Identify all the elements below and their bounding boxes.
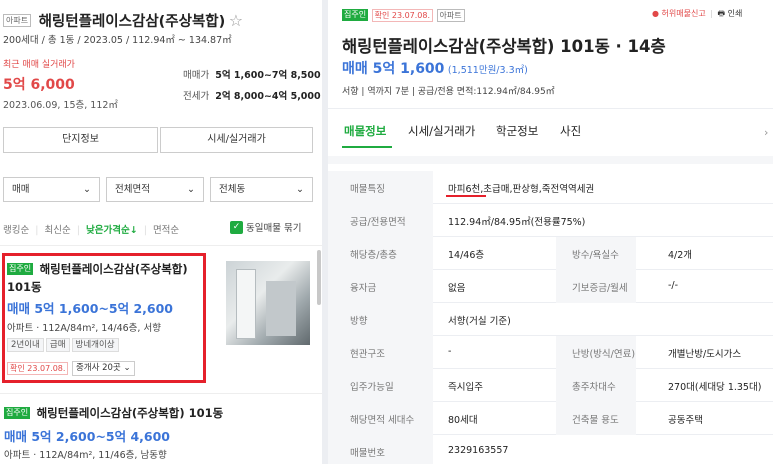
detail-meta: 서향 | 역까지 7분 | 공급/전용 면적:112.94㎡/84.95㎡ (342, 87, 555, 97)
report-button[interactable]: 허위매물신고 (662, 9, 706, 18)
section-gap (328, 156, 773, 164)
sale-range: 매매가 5억 1,600~7억 8,500 (183, 70, 321, 81)
checkbox-checked-icon[interactable]: ✓ (230, 220, 243, 234)
complex-info-button[interactable]: 단지정보 (3, 127, 158, 153)
listing-spec: 아파트 · 112A/84m², 11/46층, 남동향 (4, 450, 167, 461)
print-icon: 🖶 (717, 9, 726, 18)
sort-bar: 랭킹순 | 최신순 | 낮은가격순↓ | 면적순 (3, 225, 180, 236)
chevron-down-icon: ⌄ (296, 184, 304, 195)
tab-photos[interactable]: 사진 (560, 123, 581, 139)
recent-trade-label: 최근 매매 실거래가 (3, 60, 75, 70)
complex-panel: 아파트 해링턴플레이스감삼(주상복합) ☆ 200세대 / 총 1동 / 202… (0, 0, 322, 464)
row-area: 공급/전용면적 112.94㎡/84.95㎡(전용률75%) (328, 204, 773, 237)
listing-spec: 아파트 · 112A/84m², 14/46층, 서향 (7, 323, 161, 334)
price-history-button[interactable]: 시세/실거래가 (160, 127, 313, 153)
complex-name: 해링턴플레이스감삼(주상복합) (38, 14, 226, 30)
dong-select[interactable]: 전체동 ⌄ (210, 177, 313, 202)
scrollbar[interactable] (317, 250, 321, 305)
divider (0, 245, 322, 246)
tag: 방네개이상 (71, 338, 119, 352)
recent-trade-price: 5억 6,000 (3, 77, 75, 93)
row-listing-number: 매물번호 2329163557 (328, 435, 773, 464)
row-move-in: 입주가능일 즉시입주 총주차대수 270대(세대당 1.35대) (328, 369, 773, 402)
complex-summary: 200세대 / 총 1동 / 2023.05 / 112.94㎡ ~ 134.8… (3, 35, 232, 46)
tab-scroll-right-icon[interactable]: › (764, 126, 768, 139)
row-loan: 융자금 없음 기보증금/월세 -/- (328, 270, 773, 303)
listing-detail-panel: 집주인 확인 23.07.08. 아파트 ● 허위매물신고 | 🖶 인쇄 해링턴… (328, 0, 773, 464)
row-feature: 매물특징 마피6천,초급매,판상형,죽전역역세권 (328, 171, 773, 204)
listing-dong: 101동 (7, 280, 42, 294)
owner-badge: 집주인 (4, 407, 31, 419)
chevron-down-icon: ⌄ (83, 184, 91, 195)
tab-school[interactable]: 학군정보 (496, 123, 538, 139)
chevron-down-icon: ⌄ (187, 184, 195, 195)
row-direction: 방향 서향(거실 기준) (328, 303, 773, 336)
feature-value: 마피6천,초급매,판상형,죽전역역세권 (448, 184, 595, 195)
sort-ranking[interactable]: 랭킹순 (3, 225, 29, 236)
tag: 급매 (45, 338, 70, 352)
listing-photo[interactable] (226, 261, 310, 345)
listing-title[interactable]: 해링턴플레이스감삼(주상복합) (40, 262, 188, 276)
type-badge: 아파트 (3, 14, 32, 27)
tag: 2년이내 (7, 338, 44, 352)
print-button[interactable]: 인쇄 (728, 9, 743, 18)
listing-card-selected[interactable]: 집주인 해링턴플레이스감삼(주상복합) 101동 매매 5억 1,600~5억 … (2, 253, 206, 383)
report-icon: ● (652, 9, 659, 18)
photo-detail (266, 281, 296, 336)
photo-detail (236, 269, 256, 339)
listing-title[interactable]: 해링턴플레이스감삼(주상복합) 101동 (37, 406, 224, 420)
confirm-badge: 확인 23.07.08. (371, 8, 434, 22)
favorite-star-icon[interactable]: ☆ (229, 11, 243, 30)
divider (0, 393, 322, 394)
listing-tags: 2년이내 급매 방네개이상 (7, 337, 121, 352)
recent-trade-date: 2023.06.09, 15층, 112㎡ (3, 100, 118, 111)
owner-badge: 집주인 (342, 9, 369, 21)
sort-lowprice[interactable]: 낮은가격순↓ (86, 225, 138, 236)
jeonse-range: 전세가 2억 8,000~4억 5,000 (183, 91, 321, 102)
detail-badges: 집주인 확인 23.07.08. 아파트 (342, 8, 465, 22)
listing-price: 매매 5억 1,600~5억 2,600 (7, 301, 174, 316)
divider (328, 108, 773, 109)
type-badge: 아파트 (436, 8, 465, 22)
sort-area[interactable]: 면적순 (153, 225, 179, 236)
row-floor: 해당층/총층 14/46층 방수/욕실수 4/2개 (328, 237, 773, 270)
owner-badge: 집주인 (7, 263, 34, 275)
confirm-badge: 확인 23.07.08. (7, 362, 69, 375)
tab-listing-info[interactable]: 매물정보 (344, 123, 386, 139)
complex-header: 아파트 해링턴플레이스감삼(주상복합) ☆ (3, 10, 243, 31)
listing-card[interactable]: 집주인 해링턴플레이스감삼(주상복합) 101동 (4, 405, 223, 421)
deal-type-select[interactable]: 매매 ⌄ (3, 177, 100, 202)
tab-price-history[interactable]: 시세/실거래가 (408, 123, 475, 139)
row-entrance: 현관구조 - 난방(방식/연료) 개별난방/도시가스 (328, 336, 773, 369)
group-same-listing[interactable]: ✓ 동일매물 묶기 (230, 220, 302, 234)
area-select[interactable]: 전체면적 ⌄ (106, 177, 204, 202)
agent-count-button[interactable]: 중개사 20곳 ⌄ (71, 361, 135, 376)
listing-price: 매매 5억 2,600~5억 4,600 (4, 429, 171, 444)
detail-price: 매매 5억 1,600 (1,511만원/3.3㎡) (342, 61, 528, 77)
active-tab-indicator (342, 146, 392, 148)
underline-highlight (446, 195, 486, 197)
sort-latest[interactable]: 최신순 (45, 225, 71, 236)
detail-title: 해링턴플레이스감삼(주상복합) 101동 · 14층 (342, 37, 666, 56)
detail-actions: ● 허위매물신고 | 🖶 인쇄 (652, 9, 743, 18)
row-households: 해당면적 세대수 80세대 건축물 용도 공동주택 (328, 402, 773, 435)
